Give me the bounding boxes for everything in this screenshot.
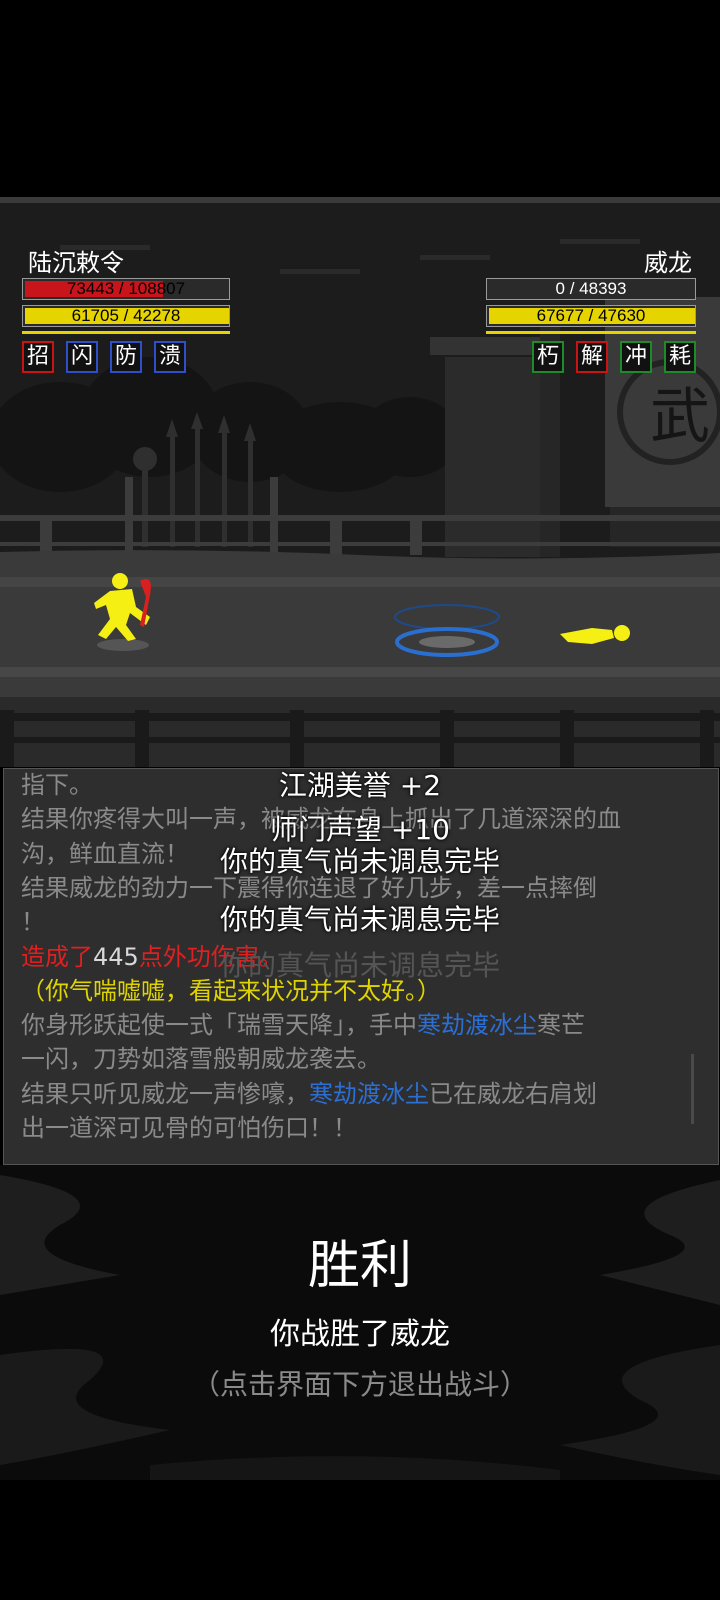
- enemy-character: [394, 604, 630, 657]
- log-line: 出一道深可见骨的可怕伤口！！: [21, 1108, 357, 1143]
- log-segment: 已在威龙右肩划: [429, 1079, 597, 1108]
- player-hp-text: 73443 / 108807: [66, 279, 186, 298]
- player-skill-fang[interactable]: 防: [110, 341, 142, 373]
- enemy-skill-jie[interactable]: 解: [576, 341, 608, 373]
- log-segment: 寒劫渡冰尘: [417, 1011, 537, 1040]
- player-qi-text: 61705 / 42278: [71, 306, 181, 325]
- log-segment: 一闪，刀势如落雪般朝威龙袭去。: [21, 1045, 381, 1074]
- enemy-underline: [486, 331, 696, 334]
- player-character: [94, 573, 151, 651]
- exit-hint[interactable]: （点击界面下方退出战斗）: [0, 1363, 720, 1403]
- enemy-qi-bar: 67677 / 47630: [486, 305, 696, 327]
- player-underline: [22, 331, 230, 334]
- enemy-skill-xiu[interactable]: 朽: [532, 341, 564, 373]
- player-name: 陆沉敕令: [28, 249, 124, 277]
- notice-qi-2: 你的真气尚未调息完毕: [219, 903, 500, 936]
- enemy-qi-text: 67677 / 47630: [536, 306, 646, 325]
- enemy-hp-bar: 0 / 48393: [486, 278, 696, 300]
- reward-fame-text: 江湖美誉 +2: [278, 769, 442, 802]
- log-segment: 寒劫渡冰尘: [309, 1079, 429, 1108]
- player-skill-zhao[interactable]: 招: [22, 341, 54, 373]
- player-skill-kui[interactable]: 溃: [154, 341, 186, 373]
- banner-glyph: 武: [650, 382, 710, 452]
- scene-top-border: [0, 197, 720, 203]
- notice-qi-3: 你的真气尚未调息完毕: [219, 949, 500, 982]
- victory-subtitle: 你战胜了威龙: [270, 1317, 450, 1352]
- log-segment: 寒芒: [537, 1011, 585, 1040]
- enemy-skill-hao[interactable]: 耗: [664, 341, 696, 373]
- log-segment: 你身形跃起使一式「瑞雪天降」，手中: [21, 1011, 417, 1040]
- log-segment: 出一道深可见骨的可怕伤口！！: [21, 1114, 357, 1142]
- enemy-hp-text: 0 / 48393: [555, 279, 627, 298]
- player-skill-shan[interactable]: 闪: [66, 341, 98, 373]
- notice-qi-1: 你的真气尚未调息完毕: [219, 845, 500, 878]
- victory-title: 胜利: [307, 1236, 412, 1296]
- player-qi-bar: 61705 / 42278: [22, 305, 230, 327]
- enemy-skill-chong[interactable]: 冲: [620, 341, 652, 373]
- log-segment: 结果只听见威龙一声惨嚎，: [21, 1079, 309, 1108]
- log-line: 一闪，刀势如落雪般朝威龙袭去。: [21, 1039, 381, 1074]
- enemy-name: 威龙: [644, 249, 692, 277]
- log-line: 你身形跃起使一式「瑞雪天降」，手中寒劫渡冰尘寒芒: [21, 1005, 585, 1040]
- player-hp-bar: 73443 / 108807: [22, 278, 230, 300]
- log-line: 结果只听见威龙一声惨嚎，寒劫渡冰尘已在威龙右肩划: [21, 1074, 597, 1109]
- victory-panel[interactable]: 胜利 你战胜了威龙 （点击界面下方退出战斗）: [0, 1165, 720, 1480]
- log-scrollbar[interactable]: [691, 1054, 694, 1124]
